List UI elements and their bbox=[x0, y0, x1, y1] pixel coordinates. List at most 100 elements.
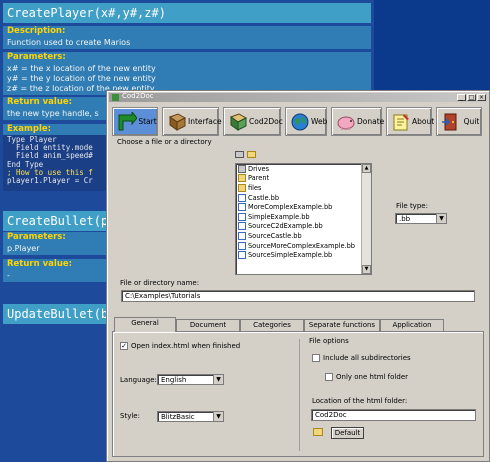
scroll-down-button[interactable]: ▼ bbox=[362, 265, 371, 274]
drive-icon[interactable] bbox=[235, 151, 244, 158]
file-icon bbox=[238, 203, 246, 212]
list-item[interactable]: SourceSimpleExample.bb bbox=[236, 250, 371, 260]
one-html-folder-label: Only one html folder bbox=[336, 373, 408, 381]
language-label: Language: bbox=[120, 376, 157, 384]
list-item[interactable]: SourceMoreComplexExample.bb bbox=[236, 241, 371, 251]
open-index-check[interactable]: ✓ bbox=[120, 342, 128, 350]
file-type-label: File type: bbox=[396, 202, 428, 210]
open-index-checkbox[interactable]: ✓ Open index.html when finished bbox=[120, 342, 240, 350]
quit-button[interactable]: Quit bbox=[436, 107, 482, 136]
exit-door-icon bbox=[440, 111, 462, 133]
param-x: x# = the x location of the new entity bbox=[7, 64, 156, 73]
html-folder-label: Location of the html folder: bbox=[312, 397, 408, 405]
choose-file-label: Choose a file or a directory bbox=[117, 138, 212, 146]
list-item[interactable]: SourceCastle.bb bbox=[236, 231, 371, 241]
maximize-button[interactable]: □ bbox=[467, 94, 476, 101]
file-icon bbox=[238, 222, 246, 231]
list-item-label: Drives bbox=[248, 164, 270, 173]
style-select[interactable]: BlitzBasic ▼ bbox=[157, 411, 224, 422]
tab-categories[interactable]: Categories bbox=[240, 319, 304, 331]
file-icon bbox=[238, 193, 246, 202]
start-button[interactable]: Start bbox=[112, 107, 158, 136]
parameters-heading: Parameters: bbox=[3, 52, 371, 63]
file-list-scrollbar[interactable]: ▲ ▼ bbox=[361, 164, 371, 274]
list-item-label: SourceSimpleExample.bb bbox=[248, 251, 333, 260]
globe-icon bbox=[289, 111, 311, 133]
piggy-bank-icon bbox=[335, 111, 357, 133]
file-list-items: Drives Parent files Castle.bb MoreComplexExa… bbox=[236, 164, 371, 260]
param-y: y# = the y location of the new entity bbox=[7, 74, 156, 83]
file-list[interactable]: Drives Parent files Castle.bb MoreComplexExa… bbox=[235, 163, 372, 275]
include-subdirs-check[interactable] bbox=[312, 354, 320, 362]
list-item[interactable]: Parent bbox=[236, 174, 371, 184]
donate-button[interactable]: Donate bbox=[331, 107, 385, 136]
list-item[interactable]: SimpleExample.bb bbox=[236, 212, 371, 222]
file-type-value: .bb bbox=[399, 215, 411, 223]
list-item-label: files bbox=[248, 183, 262, 192]
web-label: Web bbox=[311, 117, 328, 126]
path-input[interactable]: C:\Examples\Tutorials bbox=[121, 290, 475, 302]
include-subdirs-label: Include all subdirectories bbox=[323, 354, 411, 362]
about-button[interactable]: About bbox=[386, 107, 434, 136]
open-index-label: Open index.html when finished bbox=[131, 342, 241, 350]
language-value: English bbox=[161, 376, 187, 384]
file-icon bbox=[238, 212, 246, 221]
one-html-folder-checkbox[interactable]: Only one html folder bbox=[325, 373, 408, 381]
function-title-createplayer[interactable]: CreatePlayer(x#,y#,z#) bbox=[3, 3, 371, 23]
folder-icon bbox=[238, 174, 246, 183]
list-item-label: SourceC2dExample.bb bbox=[248, 222, 323, 231]
file-options-label: File options bbox=[309, 337, 349, 345]
style-value: BlitzBasic bbox=[161, 413, 195, 421]
chevron-down-icon[interactable]: ▼ bbox=[213, 375, 223, 384]
window-title: Cod2Doc bbox=[122, 92, 154, 100]
app-icon bbox=[112, 94, 119, 101]
cod2doc-label: Cod2Doc bbox=[249, 117, 283, 126]
cod2doc-button[interactable]: Cod2Doc bbox=[223, 107, 283, 136]
include-subdirs-checkbox[interactable]: Include all subdirectories bbox=[312, 354, 411, 362]
cod2doc-window: Cod2Doc _ □ × Start Interface Cod2Doc We… bbox=[106, 90, 490, 462]
list-item-label: SourceCastle.bb bbox=[248, 231, 302, 240]
list-item[interactable]: Castle.bb bbox=[236, 193, 371, 203]
path-label: File or directory name: bbox=[120, 279, 200, 287]
title-bar[interactable]: Cod2Doc _ □ × bbox=[109, 92, 487, 102]
list-item[interactable]: files bbox=[236, 183, 371, 193]
file-type-select[interactable]: .bb ▼ bbox=[395, 213, 447, 224]
close-button[interactable]: × bbox=[477, 94, 486, 101]
folder-up-icon[interactable] bbox=[247, 151, 256, 158]
html-folder-input[interactable]: Cod2Doc bbox=[311, 409, 476, 421]
list-item-label: Castle.bb bbox=[248, 193, 280, 202]
book-icon bbox=[166, 111, 188, 133]
list-item[interactable]: Drives bbox=[236, 164, 371, 174]
tab-general[interactable]: General bbox=[114, 317, 176, 332]
list-item[interactable]: SourceC2dExample.bb bbox=[236, 222, 371, 232]
tab-document[interactable]: Document bbox=[176, 319, 240, 331]
chevron-down-icon[interactable]: ▼ bbox=[213, 412, 223, 421]
chevron-down-icon[interactable]: ▼ bbox=[436, 214, 446, 223]
tab-application[interactable]: Application bbox=[380, 319, 444, 331]
list-item-label: MoreComplexExample.bb bbox=[248, 203, 333, 212]
file-icon bbox=[238, 231, 246, 240]
start-arrow-icon bbox=[116, 111, 138, 133]
default-button[interactable]: Default bbox=[331, 427, 364, 439]
list-item[interactable]: MoreComplexExample.bb bbox=[236, 202, 371, 212]
scroll-up-button[interactable]: ▲ bbox=[362, 164, 371, 173]
list-item-label: SimpleExample.bb bbox=[248, 212, 310, 221]
web-button[interactable]: Web bbox=[285, 107, 327, 136]
list-item-label: Parent bbox=[248, 174, 270, 183]
file-icon bbox=[238, 241, 246, 250]
interface-button[interactable]: Interface bbox=[162, 107, 222, 136]
start-label: Start bbox=[138, 117, 157, 126]
interface-label: Interface bbox=[188, 117, 222, 126]
panel-divider bbox=[299, 339, 300, 451]
quit-label: Quit bbox=[463, 117, 480, 126]
tab-separate-functions[interactable]: Separate functions bbox=[304, 319, 380, 331]
browse-folder-icon[interactable] bbox=[313, 428, 323, 436]
file-icon bbox=[238, 251, 246, 260]
style-label: Style: bbox=[120, 412, 140, 420]
list-item-label: SourceMoreComplexExample.bb bbox=[248, 241, 355, 250]
minimize-button[interactable]: _ bbox=[457, 94, 466, 101]
one-html-folder-check[interactable] bbox=[325, 373, 333, 381]
folder-icon bbox=[238, 183, 246, 192]
donate-label: Donate bbox=[357, 117, 385, 126]
language-select[interactable]: English ▼ bbox=[157, 374, 224, 385]
